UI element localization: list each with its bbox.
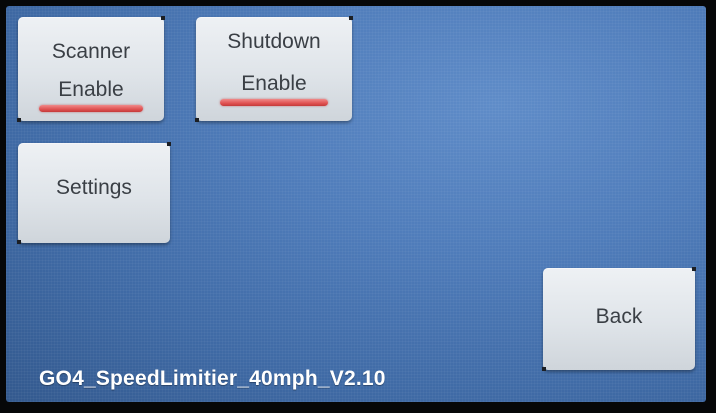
- settings-button[interactable]: Settings: [17, 142, 171, 244]
- shutdown-label: Shutdown: [227, 30, 321, 53]
- back-label: Back: [595, 305, 643, 328]
- device-bezel: Scanner Enable Shutdown Enable Settings …: [0, 0, 716, 413]
- shutdown-status-indicator: [220, 99, 328, 106]
- corner-marker: [692, 267, 696, 271]
- corner-marker: [17, 240, 21, 244]
- touchscreen-display: Scanner Enable Shutdown Enable Settings …: [6, 6, 706, 402]
- scanner-enable-button[interactable]: Scanner Enable: [17, 16, 165, 122]
- back-button[interactable]: Back: [542, 267, 696, 371]
- corner-marker: [161, 16, 165, 20]
- settings-label: Settings: [56, 176, 132, 199]
- corner-marker: [167, 142, 171, 146]
- enable-label: Enable: [241, 72, 307, 95]
- scanner-label: Scanner: [51, 40, 131, 63]
- corner-marker: [17, 118, 21, 122]
- scanner-status-indicator: [39, 105, 143, 112]
- corner-marker: [542, 367, 546, 371]
- corner-marker: [349, 16, 353, 20]
- firmware-version-label: GO4_SpeedLimitier_40mph_V2.10: [39, 367, 386, 390]
- shutdown-enable-button[interactable]: Shutdown Enable: [195, 16, 353, 122]
- corner-marker: [195, 118, 199, 122]
- enable-label: Enable: [58, 78, 124, 101]
